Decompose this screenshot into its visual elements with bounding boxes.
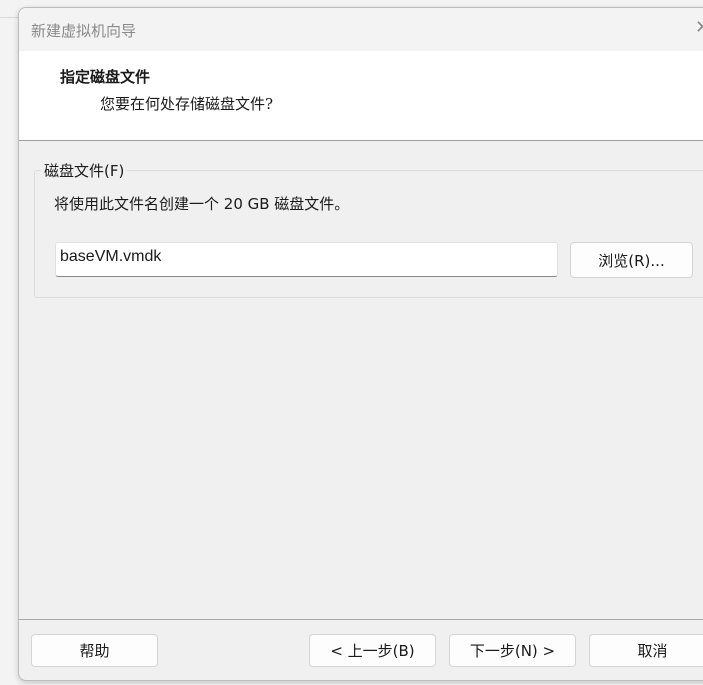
page-subtitle: 您要在何处存储磁盘文件? [100, 95, 274, 113]
window-title: 新建虚拟机向导 [31, 22, 137, 40]
disk-file-group [34, 170, 703, 298]
browse-button[interactable]: 浏览(R)... [570, 242, 693, 278]
group-description: 将使用此文件名创建一个 20 GB 磁盘文件。 [54, 195, 350, 213]
footer-divider [19, 619, 703, 620]
next-button[interactable]: 下一步(N) > [449, 634, 576, 667]
wizard-window: 新建虚拟机向导 ✕ 指定磁盘文件 您要在何处存储磁盘文件? 磁盘文件(F) 将使… [18, 7, 703, 681]
background-divider [0, 17, 18, 18]
back-button[interactable]: < 上一步(B) [309, 634, 436, 667]
group-label: 磁盘文件(F) [41, 160, 128, 181]
page-title: 指定磁盘文件 [60, 68, 151, 86]
title-bar: 新建虚拟机向导 ✕ [19, 8, 703, 51]
cancel-button[interactable]: 取消 [589, 634, 703, 667]
help-button[interactable]: 帮助 [31, 634, 158, 667]
disk-file-input[interactable]: baseVM.vmdk [55, 242, 558, 277]
close-icon[interactable]: ✕ [695, 17, 703, 38]
wizard-header: 指定磁盘文件 您要在何处存储磁盘文件? [19, 51, 703, 141]
